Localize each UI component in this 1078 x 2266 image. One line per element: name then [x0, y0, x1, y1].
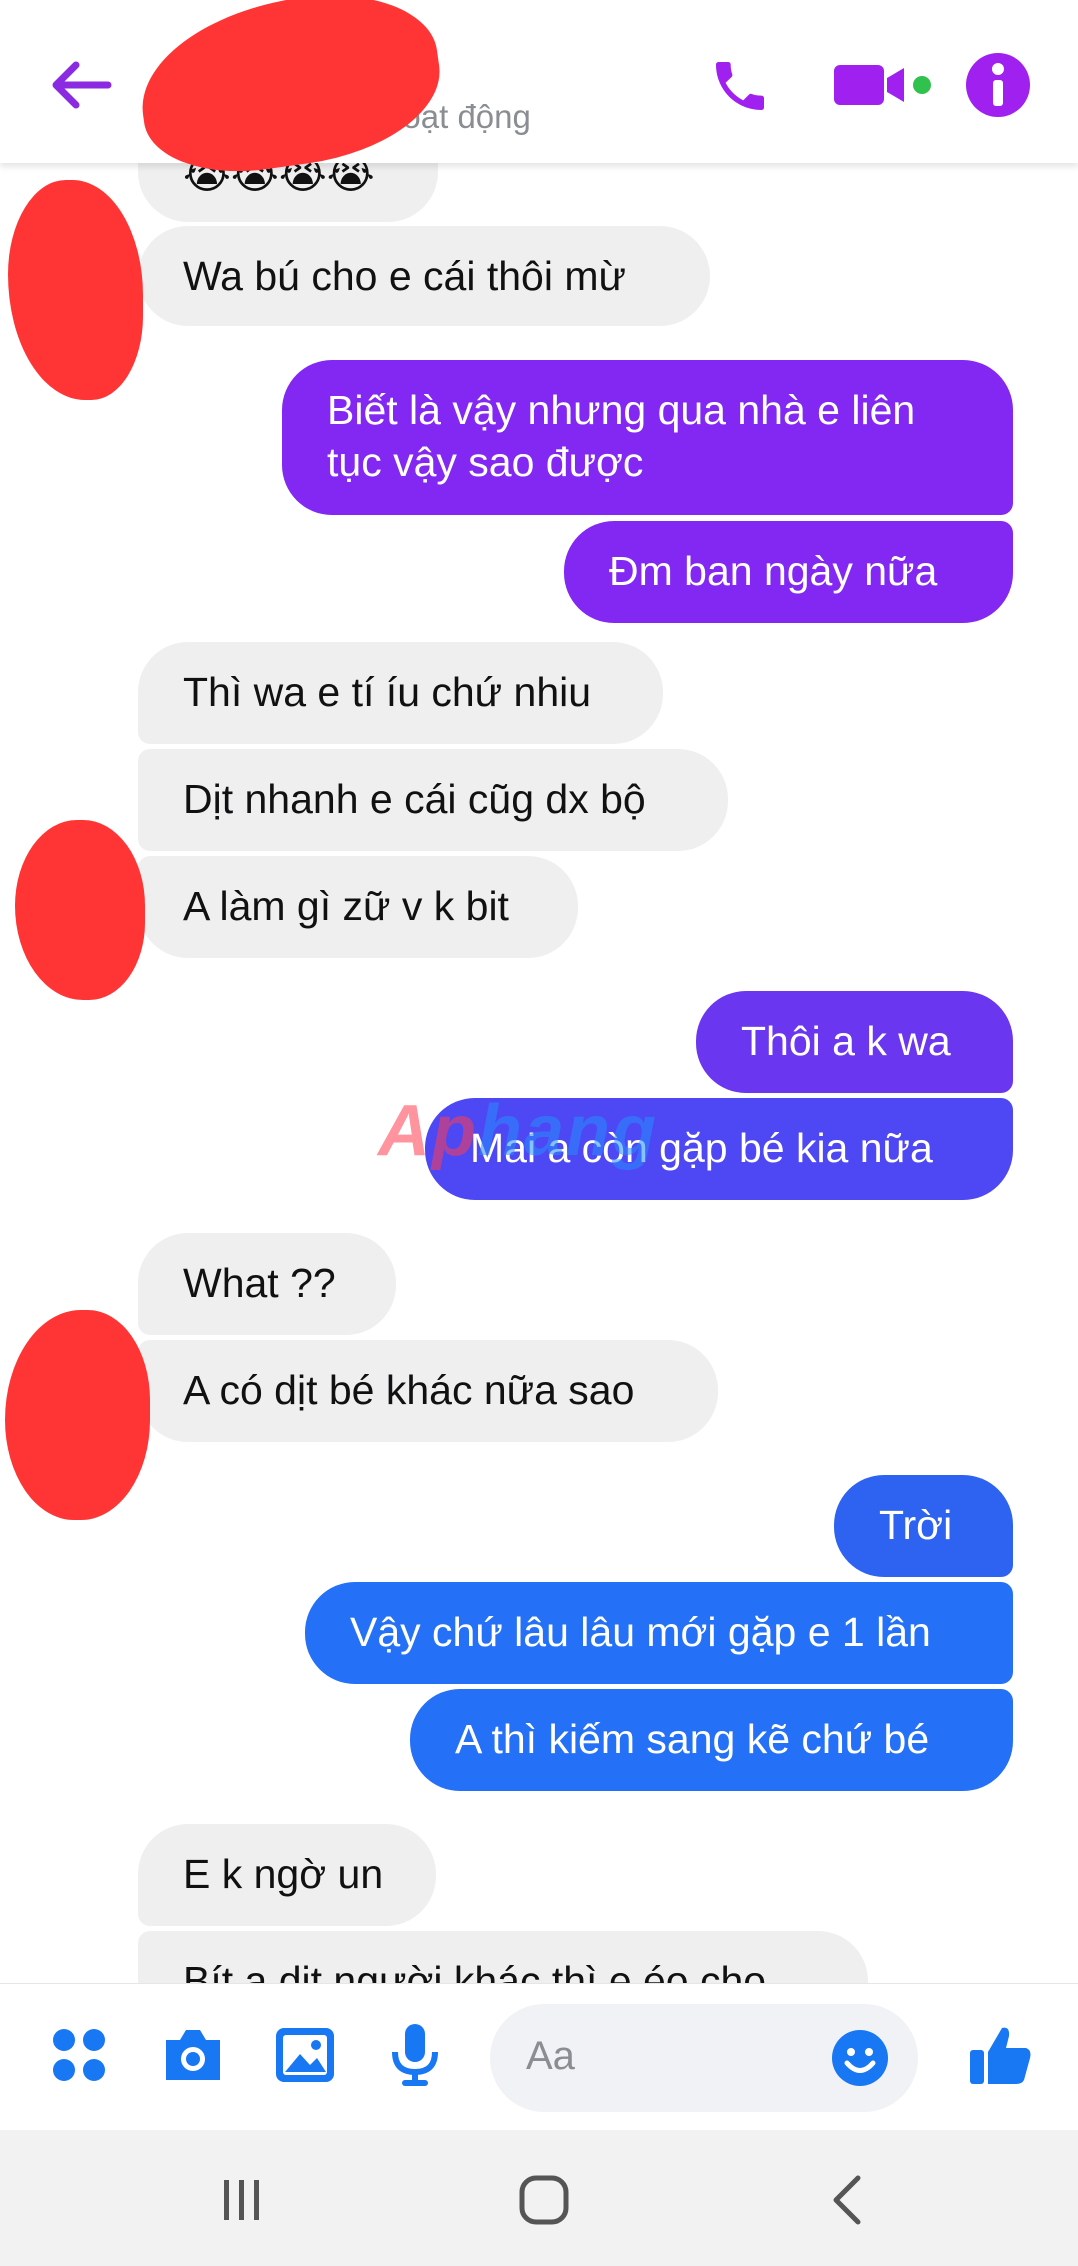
message-text: Đm ban ngày nữa [609, 548, 938, 594]
incoming-message[interactable]: Wa bú cho e cái thôi mừ [138, 226, 710, 326]
message-text: tục vậy sao được [327, 439, 644, 485]
redaction-mark [15, 820, 145, 1000]
back-nav-icon[interactable] [818, 2170, 878, 2230]
incoming-message[interactable]: What ?? [138, 1233, 396, 1335]
outgoing-message[interactable]: Thôi a k wa [696, 991, 1013, 1093]
chat-header: Ai Đang hoạt động [0, 0, 1078, 186]
redaction-mark [5, 1310, 150, 1520]
redaction-mark [129, 0, 451, 186]
message-text: Wa bú cho e cái thôi mừ [183, 253, 626, 299]
recent-apps-icon[interactable] [212, 2170, 272, 2230]
phone-icon[interactable] [708, 54, 772, 118]
message-text: A làm gì zữ v k bit [183, 883, 509, 929]
emoji-icon[interactable] [830, 2028, 890, 2088]
system-nav-bar [0, 2130, 1078, 2266]
message-text: A thì kiếm sang kẽ chứ bé [455, 1716, 930, 1762]
incoming-message[interactable]: A có dịt bé khác nữa sao [138, 1340, 718, 1442]
gallery-icon[interactable] [270, 2020, 340, 2090]
watermark: Aphang [378, 1091, 658, 1171]
outgoing-message[interactable]: Biết là vậy nhưng qua nhà e liên tục vậy… [282, 360, 1013, 515]
message-text: Biết là vậy nhưng qua nhà e liên [327, 387, 916, 433]
apps-icon[interactable] [44, 2020, 114, 2090]
active-dot-icon [913, 76, 931, 94]
incoming-message[interactable]: E k ngờ un [138, 1824, 436, 1926]
incoming-message[interactable]: Dịt nhanh e cái cũg dx bộ [138, 749, 728, 851]
message-text: Vậy chứ lâu lâu mới gặp e 1 lần [350, 1609, 931, 1655]
message-text: Thôi a k wa [741, 1018, 951, 1064]
message-text: A có dịt bé khác nữa sao [183, 1367, 635, 1413]
message-text: Trời [879, 1502, 953, 1548]
message-text: Thì wa e tí íu chứ nhiu [183, 669, 592, 715]
input-placeholder: Aa [526, 2034, 575, 2078]
video-call-icon[interactable] [832, 60, 932, 110]
message-text: What ?? [183, 1260, 336, 1306]
microphone-icon[interactable] [380, 2020, 450, 2090]
back-arrow-icon[interactable] [48, 55, 118, 115]
message-input[interactable]: Aa [490, 2004, 918, 2112]
message-text: Dịt nhanh e cái cũg dx bộ [183, 776, 646, 822]
outgoing-message[interactable]: Trời [834, 1475, 1013, 1577]
info-icon[interactable] [963, 50, 1033, 120]
message-text: E k ngờ un [183, 1851, 384, 1897]
incoming-message[interactable]: Thì wa e tí íu chứ nhiu [138, 642, 663, 744]
home-icon[interactable] [514, 2170, 574, 2230]
outgoing-message[interactable]: Vậy chứ lâu lâu mới gặp e 1 lần [305, 1582, 1013, 1684]
message-composer: Aa [0, 1983, 1078, 2131]
outgoing-message[interactable]: A thì kiếm sang kẽ chứ bé [410, 1689, 1013, 1791]
incoming-message[interactable]: A làm gì zữ v k bit [138, 856, 578, 958]
redaction-mark [8, 180, 143, 400]
camera-icon[interactable] [158, 2020, 228, 2090]
like-icon[interactable] [966, 2020, 1036, 2090]
outgoing-message[interactable]: Đm ban ngày nữa [564, 521, 1013, 623]
